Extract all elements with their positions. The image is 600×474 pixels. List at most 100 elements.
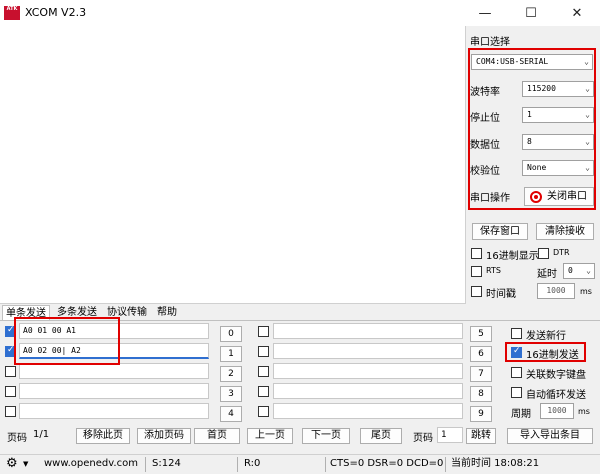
hex-display-label: 16进制显示 (486, 251, 539, 262)
delay-label: 延时 (537, 269, 557, 280)
parity-select[interactable]: None ⌄ (522, 160, 594, 176)
chevron-down-icon: ⌄ (586, 266, 591, 275)
close-port-label: 关闭串口 (547, 191, 587, 202)
baud-label: 波特率 (470, 87, 500, 98)
send-row-checkbox[interactable] (5, 366, 16, 377)
port-select[interactable]: COM4:USB-SERIAL ⌄ (471, 54, 593, 70)
send-row-button[interactable]: 3 (220, 386, 242, 402)
send-row-input[interactable] (273, 343, 463, 359)
save-window-button[interactable]: 保存窗口 (472, 223, 528, 240)
serial-section-label: 串口选择 (470, 37, 510, 48)
send-row-input[interactable] (19, 363, 209, 379)
send-row-button[interactable]: 7 (470, 366, 492, 382)
status-divider (145, 457, 146, 472)
send-row-button[interactable]: 4 (220, 406, 242, 422)
send-row-checkbox[interactable] (5, 406, 16, 417)
clear-receive-button[interactable]: 清除接收 (536, 223, 594, 240)
send-row-input[interactable] (19, 383, 209, 399)
page-label: 页码 (7, 433, 27, 444)
signal-status: CTS=0 DSR=0 DCD=0 (330, 458, 444, 469)
send-row-input[interactable] (273, 363, 463, 379)
stop-bits-value: 1 (527, 110, 532, 119)
window-title: XCOM V2.3 (25, 6, 87, 19)
timestamp-checkbox[interactable] (471, 286, 482, 297)
send-row-checkbox[interactable] (258, 406, 269, 417)
hex-send-label: 16进制发送 (526, 350, 579, 361)
timestamp-interval-input[interactable]: 1000 (537, 283, 575, 299)
goto-page-input[interactable]: 1 (437, 427, 463, 443)
send-row-input[interactable] (273, 383, 463, 399)
auto-loop-checkbox[interactable] (511, 387, 522, 398)
rts-label: RTS (486, 266, 501, 275)
send-row-button[interactable]: 8 (470, 386, 492, 402)
send-row-button[interactable]: 9 (470, 406, 492, 422)
parity-value: None (527, 163, 547, 172)
serial-settings-highlight (468, 48, 596, 210)
send-row-checkbox[interactable] (258, 326, 269, 337)
send-row-button[interactable]: 1 (220, 346, 242, 362)
baud-select[interactable]: 115200 ⌄ (522, 81, 594, 97)
tab-help[interactable]: 帮助 (154, 305, 180, 320)
received-count: R:0 (244, 458, 261, 469)
data-bits-value: 8 (527, 137, 532, 146)
status-divider (237, 457, 238, 472)
hex-send-checkbox[interactable] (511, 346, 522, 358)
timestamp-label: 时间戳 (486, 289, 516, 300)
chevron-down-icon: ⌄ (585, 137, 590, 146)
send-row-checkbox[interactable] (5, 386, 16, 397)
send-row-input[interactable] (273, 403, 463, 419)
stop-bits-select[interactable]: 1 ⌄ (522, 107, 594, 123)
status-divider (445, 457, 446, 472)
send-row-input[interactable] (273, 323, 463, 339)
next-page-button[interactable]: 下一页 (302, 428, 350, 444)
add-page-button[interactable]: 添加页码 (137, 428, 191, 444)
remove-page-button[interactable]: 移除此页 (76, 428, 130, 444)
send-row-button[interactable]: 6 (470, 346, 492, 362)
rts-checkbox[interactable] (471, 266, 482, 277)
website-link[interactable]: www.openedv.com (44, 454, 138, 474)
send-row-button[interactable]: 5 (470, 326, 492, 342)
chevron-down-icon[interactable]: ▼ (23, 454, 28, 474)
numpad-label: 关联数字键盘 (526, 370, 586, 381)
hex-display-checkbox[interactable] (471, 248, 482, 259)
send-row-checkbox[interactable] (258, 386, 269, 397)
dtr-label: DTR (553, 248, 570, 257)
gear-icon[interactable]: ⚙ (6, 454, 18, 474)
numpad-checkbox[interactable] (511, 367, 522, 378)
receive-text-area[interactable] (0, 26, 466, 304)
prev-page-button[interactable]: 上一页 (247, 428, 293, 444)
port-value: COM4:USB-SERIAL (476, 57, 549, 66)
send-rows-highlight (14, 317, 120, 365)
page-value: 1/1 (33, 429, 50, 440)
close-button[interactable]: ✕ (554, 0, 600, 26)
delay-spinner[interactable]: 0 ⌄ (563, 263, 595, 279)
auto-loop-label: 自动循环发送 (526, 390, 586, 401)
close-port-button[interactable]: 关闭串口 (524, 187, 594, 206)
period-input[interactable]: 1000 (540, 403, 574, 419)
chevron-down-icon: ⌄ (585, 163, 590, 172)
period-ms-label: ms (578, 407, 590, 416)
send-row-checkbox[interactable] (258, 366, 269, 377)
period-label: 周期 (511, 409, 531, 420)
send-row-input[interactable] (19, 403, 209, 419)
current-time: 当前时间 18:08:21 (451, 458, 540, 469)
port-status-icon (530, 191, 542, 203)
maximize-button[interactable]: ☐ (508, 0, 554, 26)
send-row-checkbox[interactable] (258, 346, 269, 357)
jump-button[interactable]: 跳转 (466, 428, 496, 444)
send-newline-checkbox[interactable] (511, 328, 522, 339)
import-export-button[interactable]: 导入导出条目 (507, 428, 593, 444)
last-page-button[interactable]: 尾页 (360, 428, 402, 444)
dtr-checkbox[interactable] (538, 248, 549, 259)
first-page-button[interactable]: 首页 (194, 428, 240, 444)
data-bits-select[interactable]: 8 ⌄ (522, 134, 594, 150)
stop-bits-label: 停止位 (470, 113, 500, 124)
chevron-down-icon: ⌄ (585, 110, 590, 119)
app-logo-icon: ATK (4, 6, 20, 20)
baud-value: 115200 (527, 84, 556, 93)
sent-count: S:124 (152, 458, 181, 469)
send-row-button[interactable]: 2 (220, 366, 242, 382)
send-row-button[interactable]: 0 (220, 326, 242, 342)
status-divider (325, 457, 326, 472)
minimize-button[interactable]: — (462, 0, 508, 26)
